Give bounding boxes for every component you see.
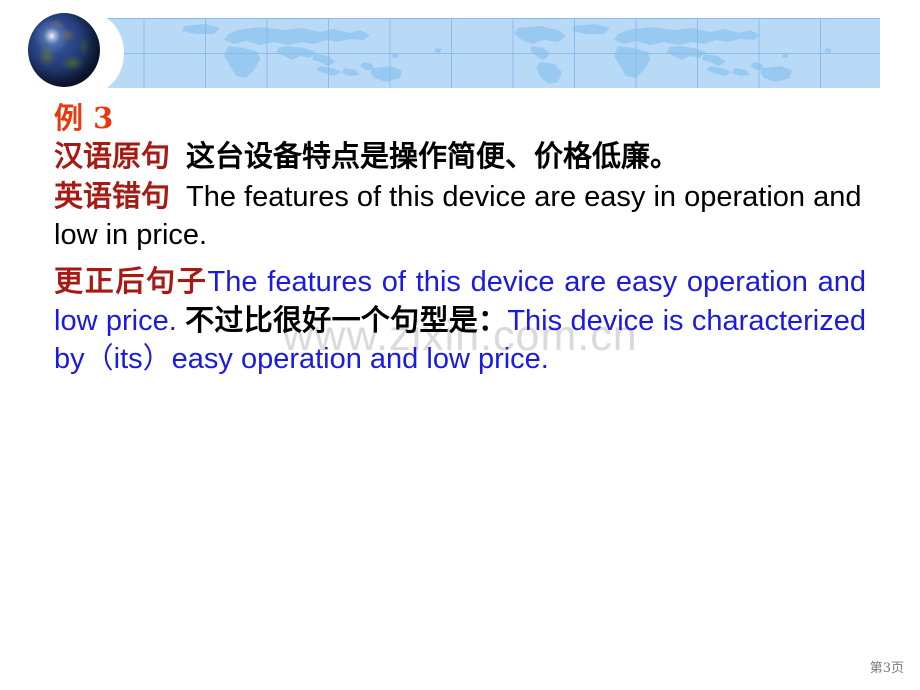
source-label: 汉语原句 <box>54 139 171 173</box>
corrected-sentence-row: 更正后句子The features of this device are eas… <box>54 262 866 378</box>
source-sentence-row: 汉语原句 这台设备特点是操作简便、价格低廉。 <box>54 137 866 177</box>
slide-content: 例 3 汉语原句 这台设备特点是操作简便、价格低廉。 英语错句 The featur… <box>54 100 866 378</box>
wrong-sentence-row: 英语错句 The features of this device are easy… <box>54 177 866 254</box>
corrected-note: 不过比很好一个句型是： <box>185 303 508 337</box>
source-text: 这台设备特点是操作简便、价格低廉。 <box>186 139 680 173</box>
example-title: 例 3 <box>54 101 114 135</box>
wrong-label: 英语错句 <box>54 179 171 213</box>
globe-icon <box>28 13 100 87</box>
header-banner <box>0 0 920 95</box>
page-number: 第3页 <box>869 661 904 676</box>
banner-gridlines <box>88 18 880 88</box>
wrong-text: The features of this device are easy in … <box>54 181 862 251</box>
corrected-label: 更正后句子 <box>54 264 208 298</box>
banner-world-strip <box>88 18 880 88</box>
